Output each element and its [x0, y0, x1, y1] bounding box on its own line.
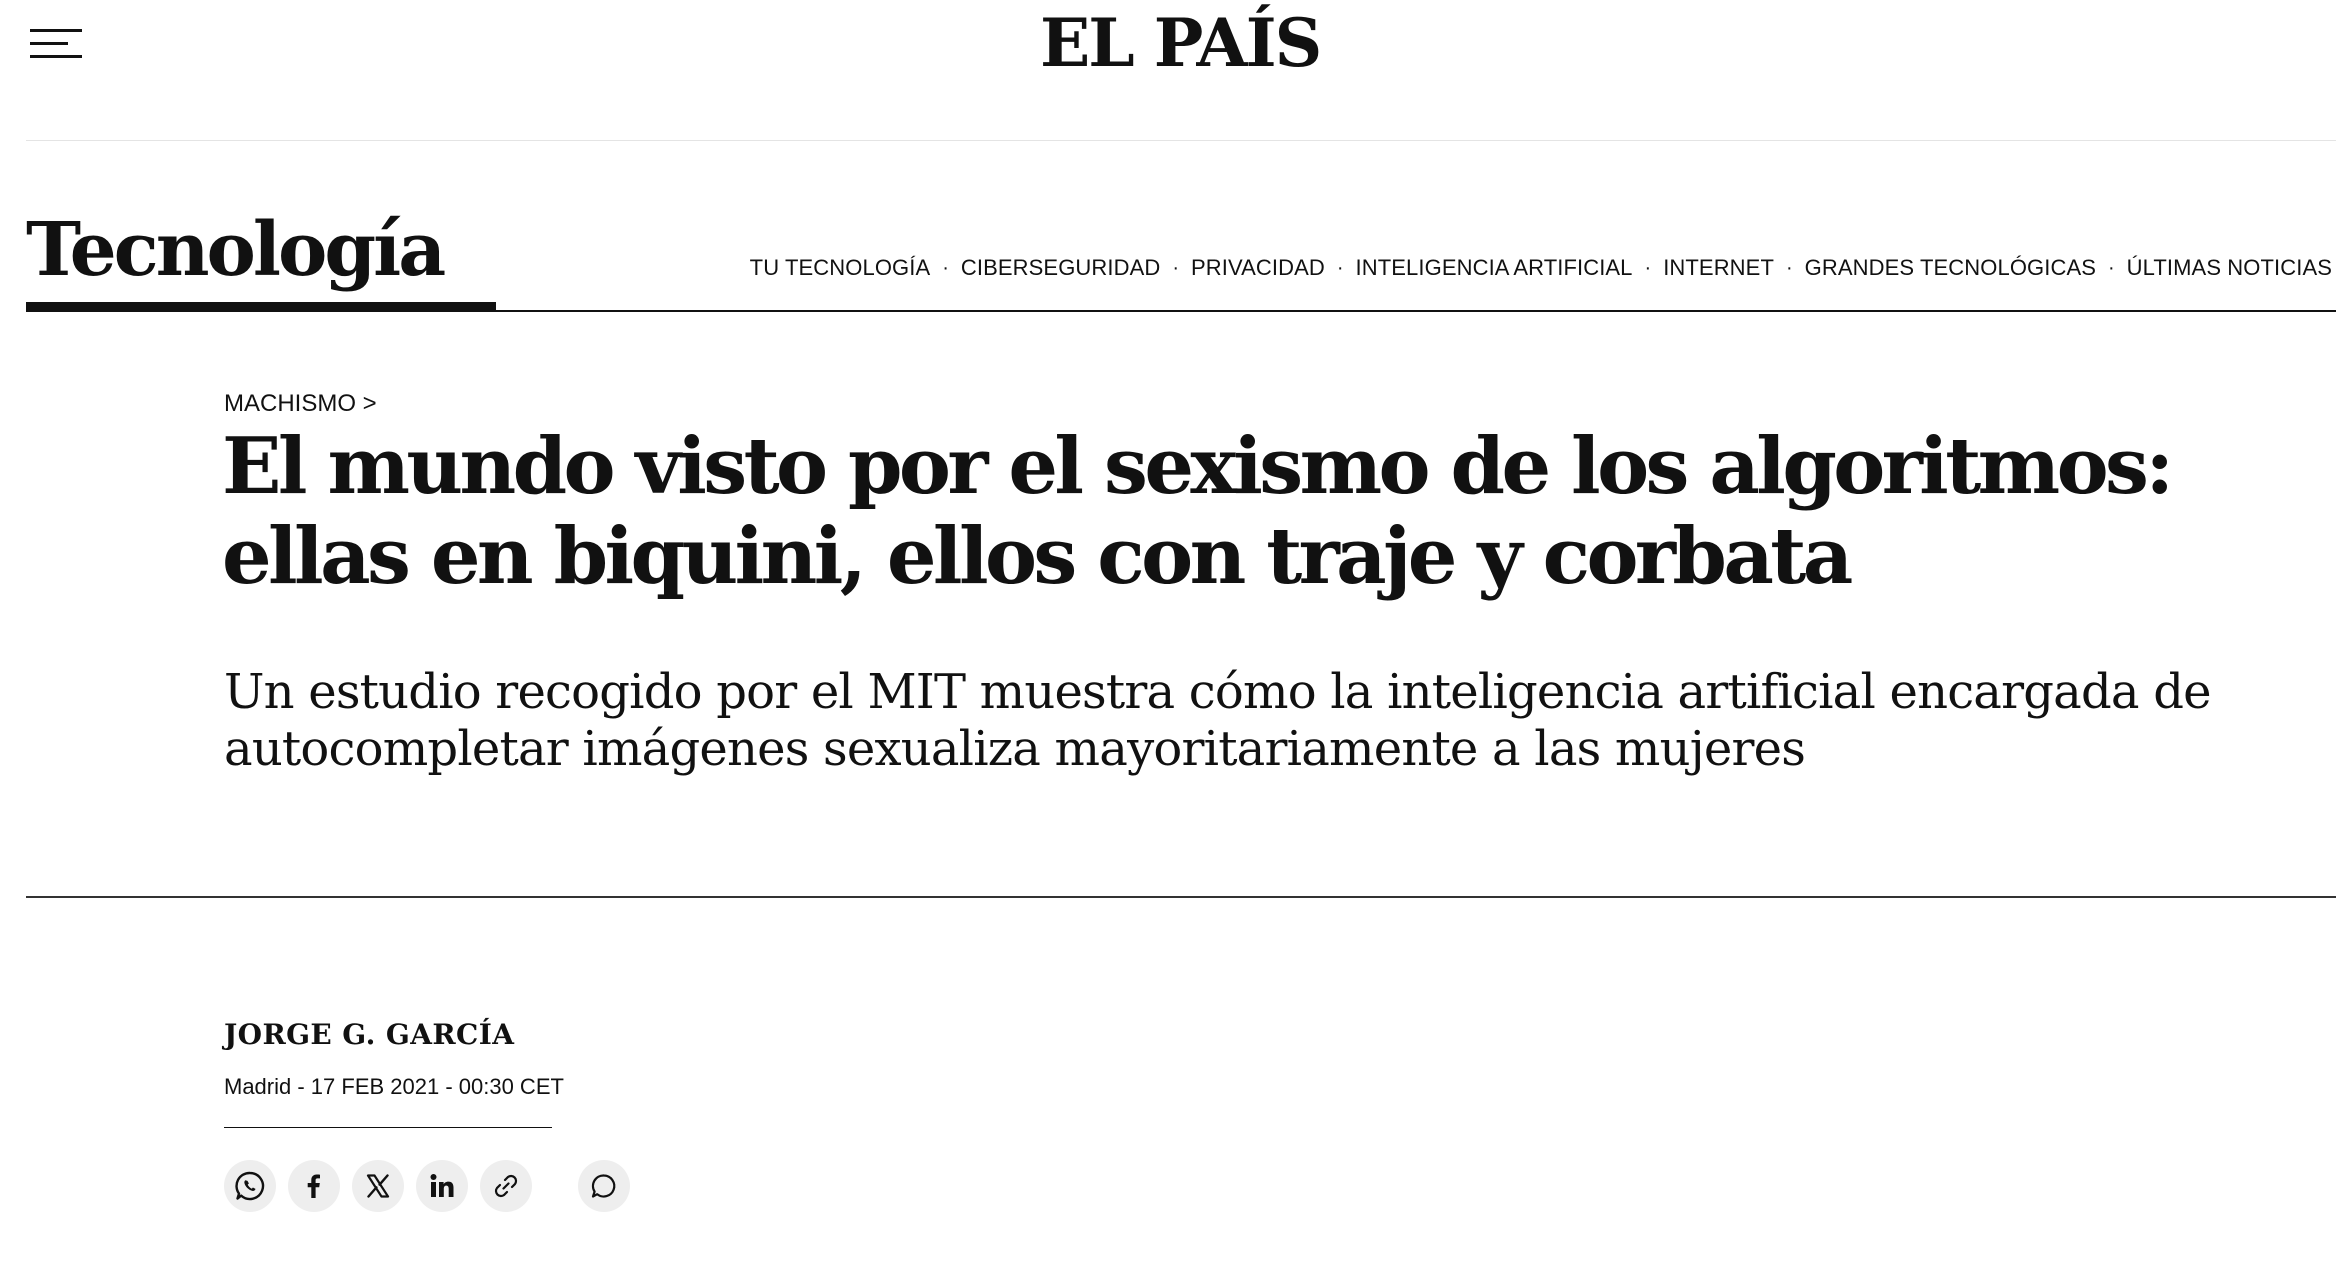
subnav-item-tu-tecnologia[interactable]: TU TECNOLOGÍA — [750, 255, 931, 281]
x-twitter-icon — [366, 1174, 390, 1198]
section-title[interactable]: Tecnología — [26, 200, 446, 300]
section-divider — [26, 310, 2336, 312]
subnav-item-ultimas-noticias[interactable]: ÚLTIMAS NOTICIAS — [2127, 255, 2332, 281]
subnav-separator: · — [942, 256, 949, 279]
comments-button[interactable] — [578, 1160, 630, 1212]
subnav-item-inteligencia-artificial[interactable]: INTELIGENCIA ARTIFICIAL — [1356, 255, 1633, 281]
section-subnav: TU TECNOLOGÍA · CIBERSEGURIDAD · PRIVACI… — [750, 255, 2332, 281]
subnav-item-grandes-tecnologicas[interactable]: GRANDES TECNOLÓGICAS — [1805, 255, 2096, 281]
whatsapp-share-button[interactable] — [224, 1160, 276, 1212]
link-icon — [494, 1174, 518, 1198]
article-kicker[interactable]: MACHISMO > — [224, 390, 377, 418]
facebook-icon — [307, 1174, 320, 1198]
copy-link-button[interactable] — [480, 1160, 532, 1212]
subnav-separator: · — [1786, 256, 1793, 279]
byline-divider — [224, 1127, 552, 1128]
top-header: EL PAÍS — [0, 0, 2344, 141]
linkedin-icon — [430, 1174, 454, 1197]
subnav-separator: · — [1644, 256, 1652, 279]
section-title-underline — [26, 302, 496, 310]
author-name[interactable]: JORGE G. GARCÍA — [224, 1018, 514, 1051]
subnav-item-privacidad[interactable]: PRIVACIDAD — [1191, 255, 1325, 281]
x-share-button[interactable] — [352, 1160, 404, 1212]
subnav-separator: · — [1336, 256, 1344, 279]
standfirst-line-2: autocompletar imágenes sexualiza mayorit… — [224, 721, 1806, 777]
facebook-share-button[interactable] — [288, 1160, 340, 1212]
article-divider — [26, 896, 2336, 898]
comment-icon — [591, 1174, 616, 1198]
subnav-separator: · — [2108, 256, 2115, 279]
whatsapp-icon — [235, 1171, 265, 1201]
article-standfirst: Un estudio recogido por el MIT muestra c… — [224, 664, 2244, 778]
article-dateline: Madrid - 17 FEB 2021 - 00:30 CET — [224, 1074, 564, 1099]
subnav-item-internet[interactable]: INTERNET — [1663, 255, 1774, 281]
subnav-separator: · — [1172, 256, 1180, 279]
hamburger-menu-icon[interactable] — [26, 24, 86, 64]
article-headline: El mundo visto por el sexismo de los alg… — [222, 422, 2202, 602]
standfirst-line-1: Un estudio recogido por el MIT muestra c… — [224, 664, 2212, 720]
headline-line-2: ellas en biquini, ellos con traje y corb… — [222, 511, 1853, 602]
headline-line-1: El mundo visto por el sexismo de los alg… — [222, 421, 2174, 512]
linkedin-share-button[interactable] — [416, 1160, 468, 1212]
el-pais-logo[interactable]: EL PAÍS — [1040, 4, 1322, 82]
subnav-item-ciberseguridad[interactable]: CIBERSEGURIDAD — [961, 255, 1160, 281]
header-divider — [26, 140, 2336, 141]
